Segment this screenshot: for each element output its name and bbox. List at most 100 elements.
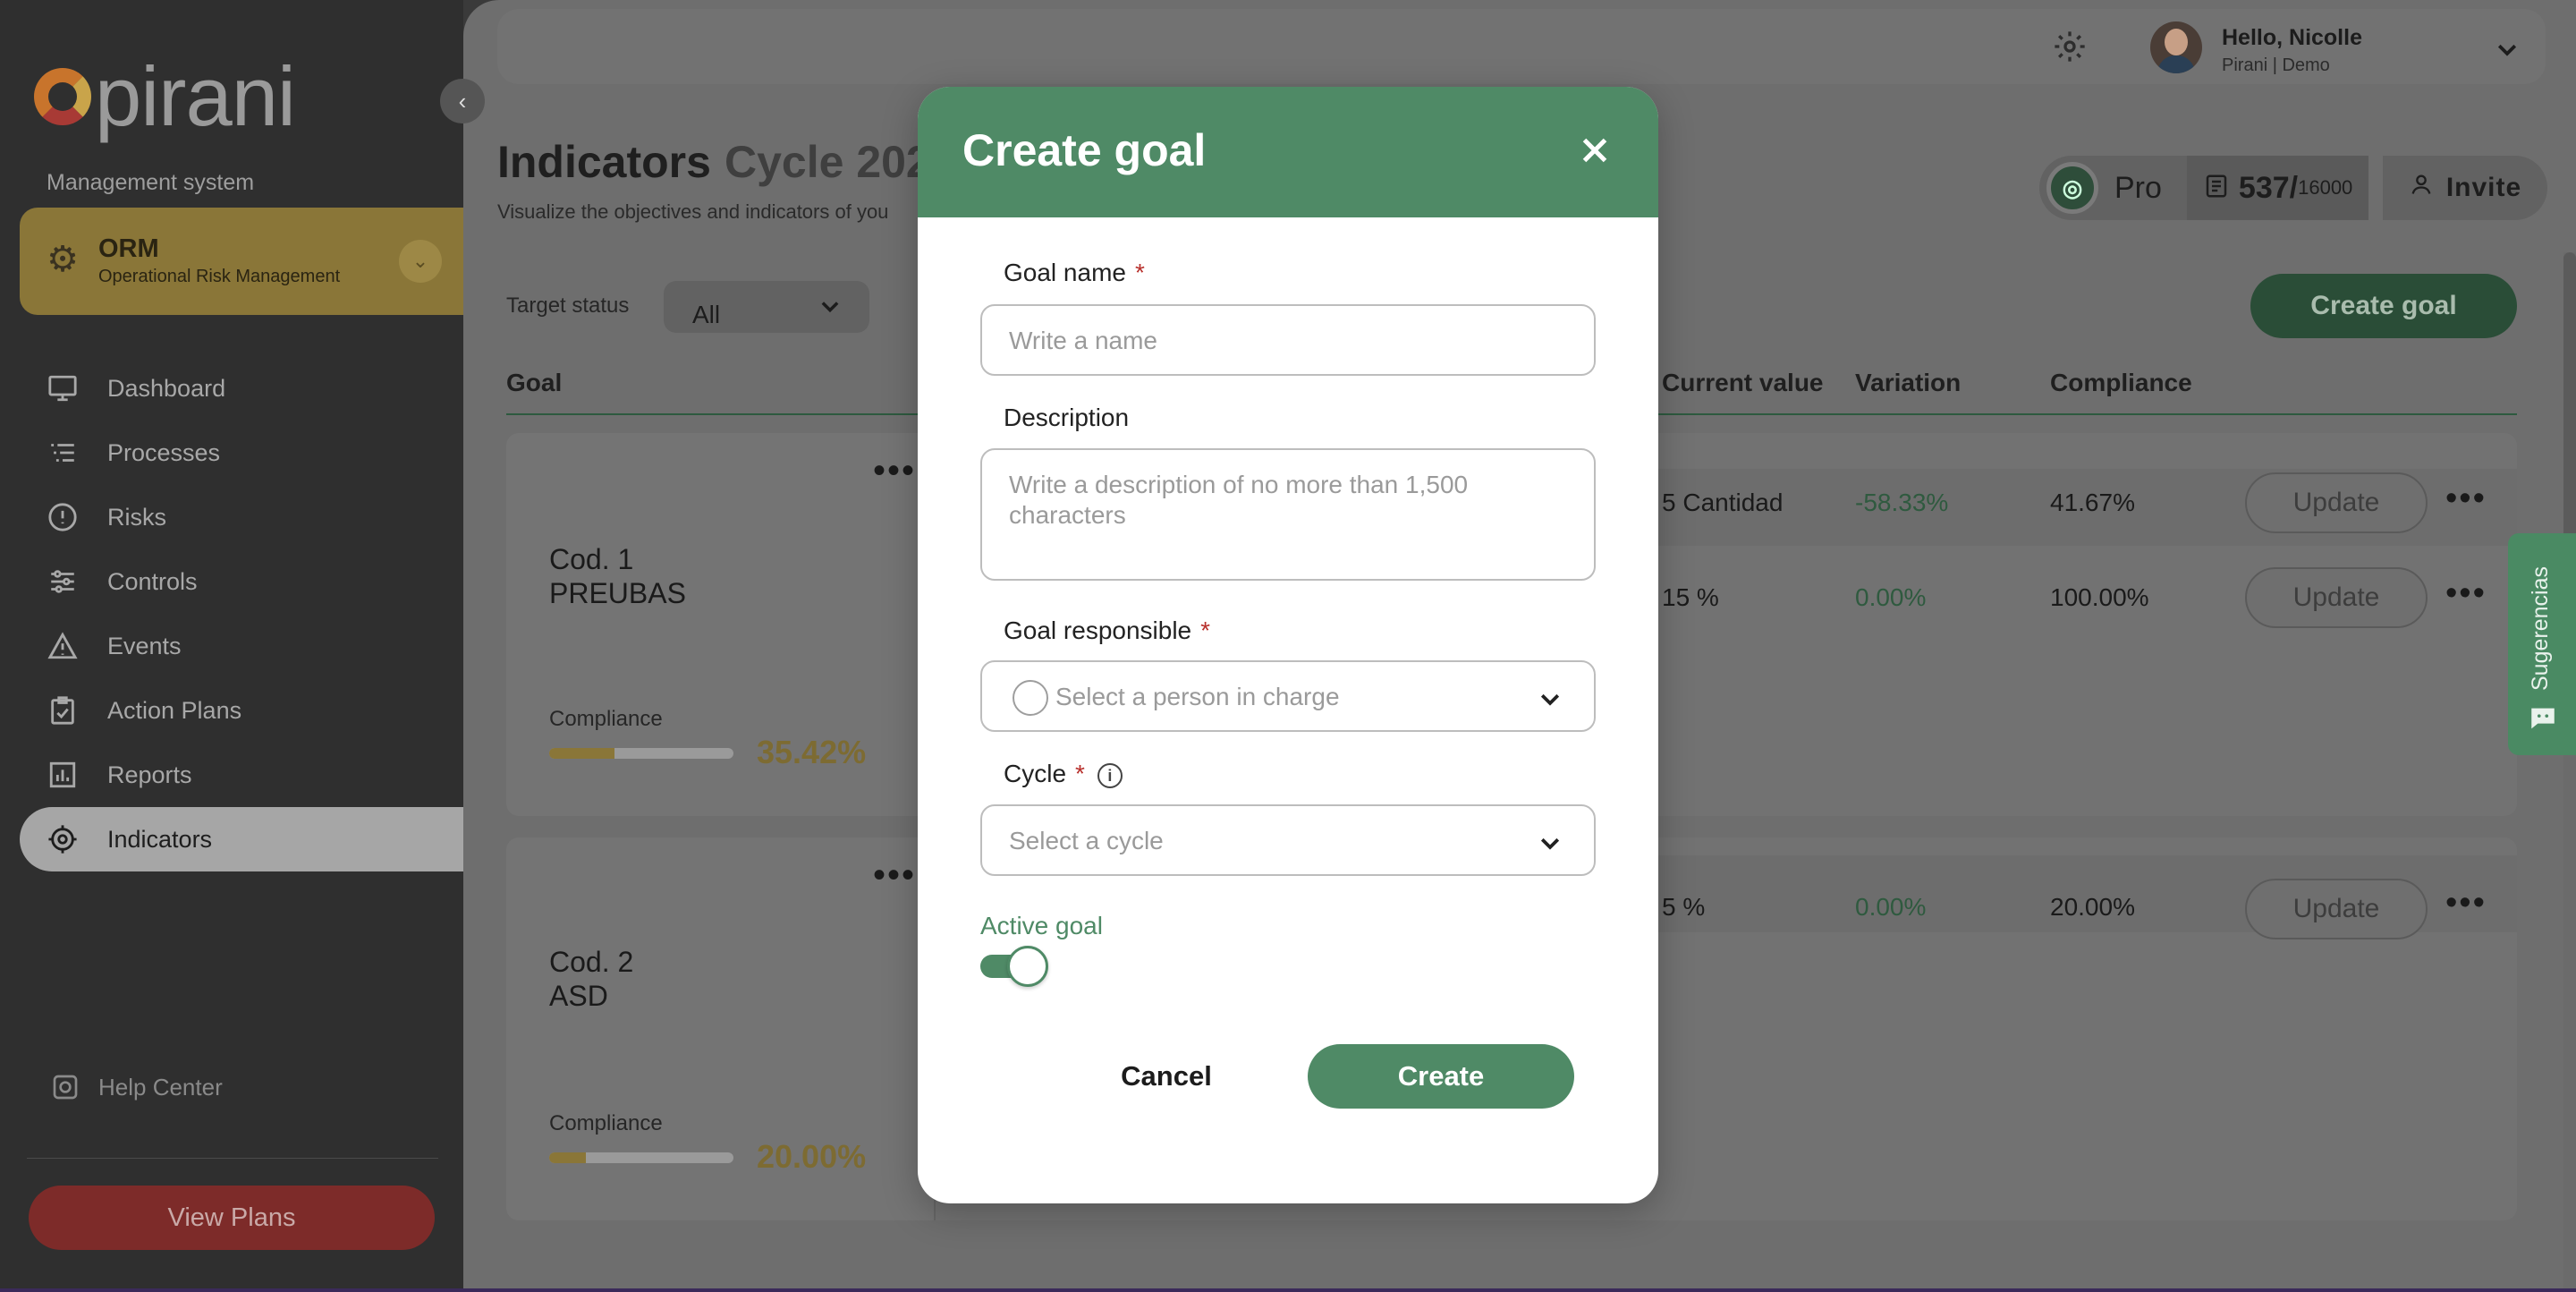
column-header-variation[interactable]: Variation [1855,369,1961,397]
sidebar: pirani Management system ⚙ ORM Operation… [0,0,485,1292]
page-title: Indicators [497,137,711,187]
update-button[interactable]: Update [2245,472,2428,533]
plan-label: Pro [2114,170,2162,205]
chevron-down-icon[interactable]: ⌄ [399,240,442,283]
sidebar-item-processes[interactable]: Processes [20,421,463,485]
checklist-icon [47,694,79,727]
goal-responsible-label: Goal responsible * [1004,616,1210,645]
create-goal-modal: Create goal Goal name * Write a name Desc… [918,87,1658,1203]
sidebar-item-controls[interactable]: Controls [20,549,463,614]
compliance-progress-fill [549,748,614,759]
window-bottom-edge [0,1288,2576,1292]
row-more-options-icon[interactable]: ••• [2445,480,2487,518]
goal-name-label: Goal name * [1004,259,1145,287]
management-system-label: Management system [47,170,255,195]
compliance-cell: 41.67% [2050,489,2135,516]
update-button[interactable]: Update [2245,879,2428,939]
sidebar-item-events[interactable]: Events [20,614,463,678]
goal-name: PREUBAS [549,577,686,609]
compliance-progress-fill [549,1152,587,1163]
target-status-label: Target status [506,293,630,318]
view-plans-button[interactable]: View Plans [29,1186,435,1250]
row-more-options-icon[interactable]: ••• [2445,574,2487,613]
target-icon [47,823,79,855]
avatar[interactable] [2150,21,2202,73]
cycle-label-text: Cycle [1004,760,1067,787]
sidebar-item-risks[interactable]: Risks [20,485,463,549]
cycle-select[interactable]: Select a cycle [980,804,1596,876]
create-goal-button[interactable]: Create goal [2250,274,2517,338]
chevron-down-icon[interactable] [2494,36,2521,69]
variation-cell: -58.33% [1855,489,1949,516]
sidebar-item-indicators[interactable]: Indicators [20,807,481,871]
usage-counter: 537/16000 [2186,156,2369,220]
document-icon [2203,173,2230,204]
sidebar-item-label: Processes [107,438,221,466]
sidebar-item-label: Dashboard [107,374,226,402]
monitor-icon [47,372,79,404]
info-icon[interactable]: i [1097,762,1123,788]
close-icon[interactable] [1574,130,1615,171]
person-placeholder-icon [1013,680,1048,716]
plan-badge[interactable]: ◎ Pro [2039,156,2187,220]
chevron-left-icon: ‹ [458,87,467,115]
column-header-goal[interactable]: Goal [506,369,562,397]
goal-name-label-text: Goal name [1004,259,1126,286]
chevron-down-icon [1537,829,1563,856]
more-options-icon[interactable]: ••• [873,451,916,491]
create-button[interactable]: Create [1308,1044,1574,1109]
required-mark: * [1200,616,1211,644]
cancel-button[interactable]: Cancel [1059,1044,1274,1109]
invite-button[interactable]: Invite [2383,156,2547,220]
column-header-current-value[interactable]: Current value [1662,369,1824,397]
sidebar-item-dashboard[interactable]: Dashboard [20,356,463,421]
row-more-options-icon[interactable]: ••• [2445,884,2487,922]
variation-cell: 0.00% [1855,893,1927,921]
gear-icon: ⚙ [47,240,79,279]
variation-cell: 0.00% [1855,583,1927,611]
goal-responsible-label-text: Goal responsible [1004,616,1192,644]
top-bar: Hello, Nicolle Pirani | Demo [497,9,2546,84]
usage-total: 16000 [2298,176,2353,199]
target-status-select[interactable]: All [664,281,869,333]
compliance-value: 20.00% [757,1138,867,1175]
module-subtitle: Operational Risk Management [98,267,341,286]
sidebar-item-reports[interactable]: Reports [20,743,463,807]
chevron-down-icon [1537,685,1563,712]
pirani-logo[interactable]: pirani [34,52,296,141]
goal-responsible-select[interactable]: Select a person in charge [980,660,1596,732]
help-center-link[interactable]: Help Center [50,1072,223,1102]
cycle-placeholder: Select a cycle [1009,827,1164,854]
sidebar-divider [27,1158,438,1159]
toggle-knob [1007,946,1048,987]
module-name: ORM [98,234,159,263]
bar-chart-icon [47,759,79,791]
update-button[interactable]: Update [2245,567,2428,628]
current-value-cell: 5 Cantidad [1662,489,1784,516]
active-goal-toggle[interactable] [980,946,1048,987]
target-status-value: All [692,301,721,328]
sidebar-item-action-plans[interactable]: Action Plans [20,678,463,743]
chat-icon [2528,703,2558,734]
required-mark: * [1075,760,1085,787]
settings-gear-icon[interactable] [2052,29,2088,73]
goal-name-input[interactable]: Write a name [980,304,1596,376]
invite-label: Invite [2445,173,2522,202]
description-placeholder: Write a description of no more than 1,50… [1009,471,1469,529]
cycle-label: Cycle * i [1004,760,1123,788]
column-header-compliance[interactable]: Compliance [2050,369,2192,397]
usage-used: 537/ [2238,170,2299,205]
description-label: Description [1004,404,1130,431]
more-options-icon[interactable]: ••• [873,855,916,896]
compliance-label: Compliance [549,707,663,731]
suggestions-tab[interactable]: Sugerencias [2508,533,2576,755]
cycle-title: Cycle 202 [724,137,931,187]
collapse-sidebar-button[interactable]: ‹ [440,79,485,123]
logo-mark-icon [34,68,91,125]
warning-triangle-icon [47,630,79,662]
module-selector[interactable]: ⚙ ORM Operational Risk Management ⌄ [20,208,485,315]
goal-code: Cod. 1 [549,543,634,575]
user-greeting: Hello, Nicolle [2222,25,2362,50]
alert-circle-icon [47,501,79,533]
description-textarea[interactable]: Write a description of no more than 1,50… [980,448,1596,581]
